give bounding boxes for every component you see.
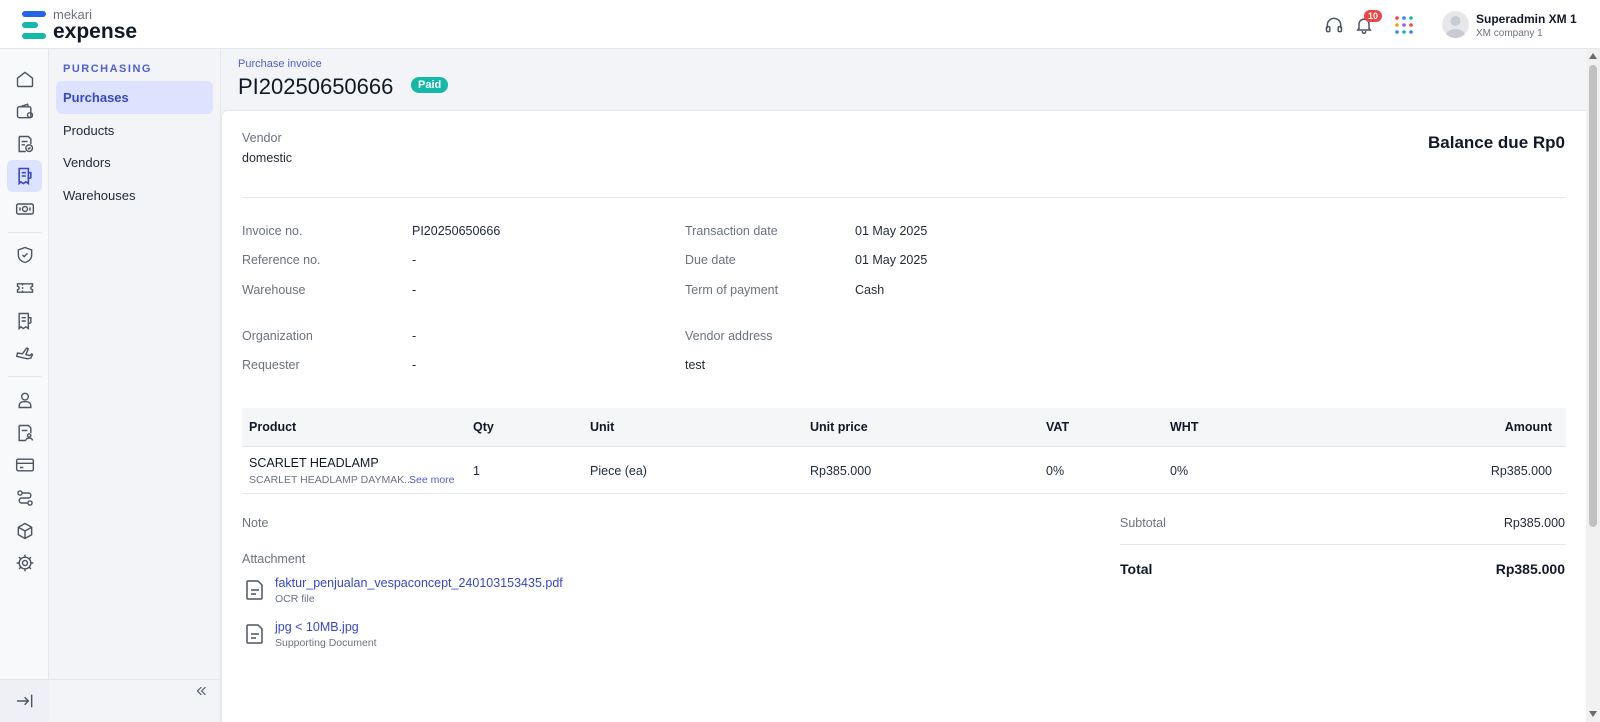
receipt-check-icon[interactable]	[7, 128, 42, 160]
notification-badge: 10	[1364, 10, 1383, 22]
subnav-item-products[interactable]: Products	[56, 114, 213, 147]
product-description: SCARLET HEADLAMP DAYMAK...	[249, 474, 413, 486]
apps-grid-icon[interactable]	[1392, 13, 1416, 37]
page-title: PI20250650666	[238, 74, 394, 99]
invoice-no-label: Invoice no.	[242, 224, 303, 238]
row-amount: Rp385.000	[1490, 464, 1552, 478]
vendor-label: Vendor	[242, 131, 282, 145]
row-unit: Piece (ea)	[590, 464, 647, 478]
subtotal-value: Rp385.000	[1503, 516, 1565, 530]
scroll-down-arrow-icon[interactable]	[1589, 711, 1597, 717]
gear-icon[interactable]	[7, 547, 42, 579]
vendor-value: domestic	[242, 151, 293, 165]
vendor-address-label: Vendor address	[685, 329, 773, 343]
plane-icon[interactable]	[7, 337, 42, 369]
purchase-icon[interactable]	[7, 160, 42, 192]
products-table-header: Product Qty Unit Unit price VAT WHT Amou…	[242, 408, 1566, 447]
transaction-date-value: 01 May 2025	[855, 224, 928, 238]
file-icon	[245, 579, 265, 601]
transaction-date-label: Transaction date	[685, 224, 778, 238]
term-of-payment-value: Cash	[855, 283, 885, 297]
subnav-item-vendors[interactable]: Vendors	[56, 146, 213, 179]
attachment-label: Attachment	[242, 552, 306, 566]
attachment-type: OCR file	[275, 593, 315, 605]
product-name: SCARLET HEADLAMP	[249, 456, 379, 470]
column-unit: Unit	[590, 420, 615, 434]
balance-due: Balance due Rp0	[1428, 133, 1565, 152]
shield-check-icon[interactable]	[7, 239, 42, 271]
money-icon[interactable]	[7, 193, 42, 225]
icon-rail	[0, 49, 49, 722]
person-icon[interactable]	[7, 384, 42, 416]
note-label: Note	[242, 516, 269, 530]
expand-arrow-icon	[15, 691, 35, 711]
subnav-item-purchases[interactable]: Purchases	[56, 81, 213, 114]
invoice-icon[interactable]	[7, 305, 42, 337]
organization-label: Organization	[242, 329, 313, 343]
attachment-link[interactable]: faktur_penjualan_vespaconcept_2401031534…	[275, 576, 563, 590]
page-header: Purchase invoice PI20250650666 Paid	[221, 49, 1586, 110]
scroll-up-arrow-icon[interactable]	[1589, 53, 1597, 59]
file-icon	[245, 623, 265, 645]
subnav-item-warehouses[interactable]: Warehouses	[56, 179, 213, 212]
column-product: Product	[249, 420, 297, 434]
scrollbar[interactable]	[1586, 49, 1600, 722]
user-company: XM company 1	[1476, 28, 1543, 39]
collapse-subnav-button[interactable]	[189, 679, 213, 703]
row-wht: 0%	[1170, 464, 1189, 478]
logo-line2: expense	[53, 20, 138, 43]
row-vat: 0%	[1046, 464, 1065, 478]
total-label: Total	[1120, 561, 1153, 577]
expand-sidebar-button[interactable]	[0, 679, 49, 722]
column-unit-price: Unit price	[810, 420, 868, 434]
total-value: Rp385.000	[1495, 561, 1565, 577]
requester-value: -	[412, 358, 417, 372]
attachment-link[interactable]: jpg < 10MB.jpg	[275, 620, 359, 634]
reference-no-value: -	[412, 253, 417, 267]
organization-value: -	[412, 329, 417, 343]
column-amount: Amount	[1504, 420, 1552, 434]
scroll-thumb[interactable]	[1589, 65, 1597, 527]
column-vat: VAT	[1046, 420, 1070, 434]
column-wht: WHT	[1170, 420, 1199, 434]
subnav-heading: PURCHASING	[63, 63, 152, 75]
due-date-value: 01 May 2025	[855, 253, 928, 267]
top-bar: mekari expense 10 Superadmin XM 1 XM com…	[0, 0, 1600, 49]
column-qty: Qty	[473, 420, 494, 434]
see-more-link[interactable]: See more	[409, 474, 455, 486]
due-date-label: Due date	[685, 253, 736, 267]
vendor-address-value: test	[685, 358, 706, 372]
user-name[interactable]: Superadmin XM 1	[1476, 12, 1577, 26]
double-chevron-left-icon	[194, 684, 208, 698]
box-icon[interactable]	[7, 515, 42, 547]
status-badge: Paid	[411, 77, 449, 93]
flow-icon[interactable]	[7, 482, 42, 514]
row-qty: 1	[473, 464, 480, 478]
headset-icon[interactable]	[1322, 13, 1346, 37]
term-of-payment-label: Term of payment	[685, 283, 779, 297]
card-icon[interactable]	[7, 449, 42, 481]
document-user-icon[interactable]	[7, 417, 42, 449]
mekari-expense-logo[interactable]: mekari expense	[22, 8, 137, 42]
wallet-icon[interactable]	[7, 95, 42, 127]
avatar[interactable]	[1442, 11, 1469, 38]
row-unit-price: Rp385.000	[810, 464, 872, 478]
ticket-icon[interactable]	[7, 272, 42, 304]
home-icon[interactable]	[7, 63, 42, 95]
invoice-no-value: PI20250650666	[412, 224, 501, 238]
warehouse-label: Warehouse	[242, 283, 306, 297]
breadcrumb[interactable]: Purchase invoice	[238, 58, 322, 70]
table-row: SCARLET HEADLAMP SCARLET HEADLAMP DAYMAK…	[242, 447, 1566, 494]
subtotal-label: Subtotal	[1120, 516, 1166, 530]
requester-label: Requester	[242, 358, 300, 372]
attachment-type: Supporting Document	[275, 637, 377, 649]
invoice-detail-card: Vendor domestic Balance due Rp0 Invoice …	[221, 110, 1586, 722]
logo-mark-icon	[22, 11, 46, 39]
warehouse-value: -	[412, 283, 417, 297]
purchasing-subnav: PURCHASING Purchases Products Vendors Wa…	[49, 49, 221, 722]
reference-no-label: Reference no.	[242, 253, 321, 267]
